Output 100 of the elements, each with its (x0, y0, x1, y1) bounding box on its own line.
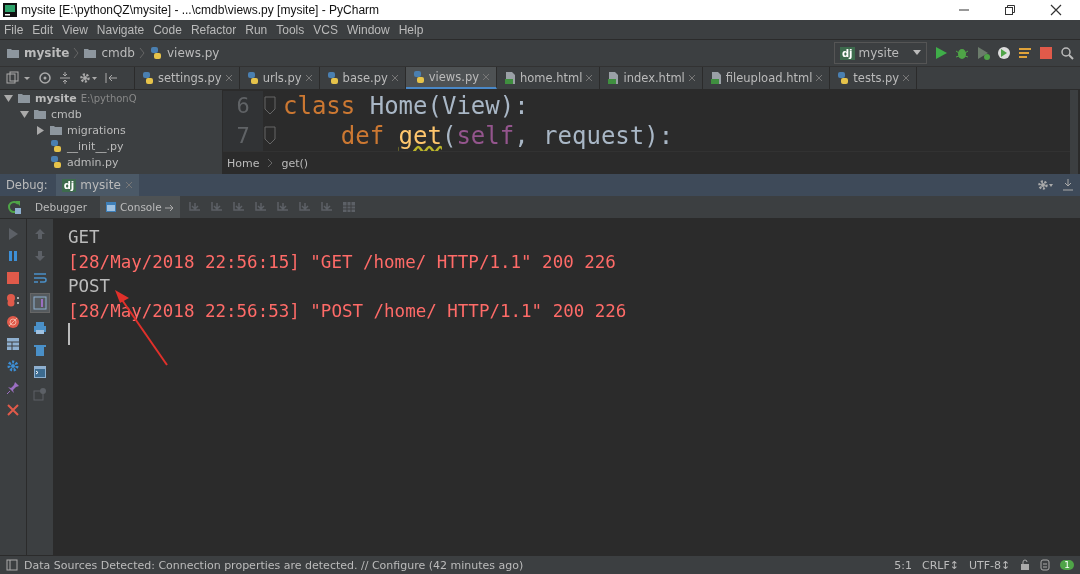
window-title: mysite [E:\pythonQZ\mysite] - ...\cmdb\views.py [mysite] - PyCharm (21, 3, 381, 17)
encoding-selector[interactable]: UTF-8↕ (968, 558, 1011, 572)
python-file-icon (141, 71, 155, 85)
search-icon[interactable] (1060, 46, 1074, 60)
debug-tab[interactable]: Console (100, 196, 180, 218)
run-config-dropdown[interactable]: dj mysite (833, 42, 927, 64)
mute-breakpoints-icon[interactable] (6, 315, 20, 329)
scrollbar[interactable] (1070, 90, 1078, 174)
panel-label: Debug: (6, 178, 48, 192)
text-cursor (68, 323, 70, 345)
django-badge: dj (839, 46, 855, 60)
menu-item[interactable]: File (4, 22, 24, 37)
breadcrumb-item[interactable]: get() (281, 156, 309, 170)
bug-icon[interactable] (955, 46, 969, 60)
trash-icon[interactable] (33, 343, 47, 357)
panel-toggle-icon[interactable] (6, 559, 18, 571)
editor-tab[interactable]: base.py (319, 67, 406, 89)
up-arrow-icon[interactable] (33, 227, 47, 241)
pin-icon[interactable] (6, 381, 20, 395)
menu-item[interactable]: Navigate (96, 22, 145, 37)
list-icon[interactable] (1018, 46, 1032, 60)
settings-icon[interactable] (78, 71, 98, 85)
editor-tab[interactable]: urls.py (239, 67, 320, 89)
cursor-position[interactable]: 5:1 (894, 558, 912, 572)
resume-icon[interactable] (6, 227, 20, 241)
lock-icon[interactable] (1020, 559, 1031, 571)
editor-tab[interactable]: views.py (405, 67, 497, 89)
soft-wrap-icon[interactable] (33, 271, 47, 285)
hide-icon[interactable] (1062, 178, 1074, 192)
down-arrow-icon[interactable] (33, 249, 47, 263)
python-file-icon (49, 139, 63, 153)
debug-tab[interactable]: Debugger (30, 196, 92, 218)
editor-tab[interactable]: settings.py (135, 67, 240, 89)
play-icon[interactable] (934, 46, 948, 60)
collapsed-arrow-icon[interactable] (36, 125, 45, 135)
collapse-icon[interactable] (58, 71, 72, 85)
breadcrumb-item[interactable]: mysite (24, 46, 70, 60)
settings-icon[interactable] (6, 359, 20, 373)
coverage-icon[interactable] (976, 46, 990, 60)
menu-item[interactable]: Window (346, 22, 390, 37)
print-icon[interactable] (33, 321, 47, 335)
python-file-icon (245, 71, 260, 85)
python-file-icon (411, 70, 426, 84)
chevron-icon (73, 46, 80, 60)
stop-icon[interactable] (1039, 46, 1053, 60)
stop-icon[interactable] (6, 271, 20, 285)
notification-badge[interactable]: 1 (1060, 560, 1074, 570)
menu-item[interactable]: View (62, 22, 88, 37)
menu-item[interactable]: Edit (32, 22, 54, 37)
project-view-icon[interactable] (6, 71, 32, 85)
folder-icon (17, 92, 31, 104)
terminal-icon[interactable] (33, 365, 47, 379)
fold-marker-icon[interactable] (263, 95, 277, 116)
tree-item[interactable]: admin.py (0, 154, 222, 170)
menu-item[interactable]: Run (245, 22, 268, 37)
python-file-icon (325, 71, 340, 85)
menu-item[interactable]: Code (153, 22, 182, 37)
expanded-arrow-icon[interactable] (4, 93, 13, 103)
python-file-icon (149, 46, 163, 60)
debug-session-tab[interactable]: dj mysite (55, 174, 139, 196)
line-separator-selector[interactable]: CRLF↕ (921, 558, 959, 572)
tree-item[interactable]: __init__.py (0, 138, 222, 154)
inspector-icon[interactable] (1040, 559, 1051, 571)
breadcrumb-item[interactable]: views.py (167, 46, 220, 60)
editor-tab[interactable]: tests.py (830, 67, 918, 89)
rerun-icon[interactable] (6, 199, 22, 215)
breadcrumb-item[interactable]: Home (227, 156, 260, 170)
python-file-icon (836, 71, 851, 85)
console-line: GET (68, 226, 101, 249)
editor-tab[interactable]: fileupload.html (702, 67, 831, 89)
menu-item[interactable]: VCS (313, 22, 338, 37)
attach-icon[interactable] (33, 387, 47, 401)
layout-icon[interactable] (6, 337, 20, 351)
menu-item[interactable]: Tools (276, 22, 305, 37)
menu-item[interactable]: Refactor (190, 22, 237, 37)
folder-icon (83, 47, 98, 59)
menu-item[interactable]: Help (398, 22, 424, 37)
fold-marker-icon[interactable] (263, 125, 277, 146)
breakpoints-icon[interactable] (6, 293, 20, 307)
code-line: def get(self, request): (339, 121, 674, 150)
editor-tab[interactable]: home.html (497, 67, 601, 89)
chevron-icon (139, 46, 145, 60)
tree-item[interactable]: cmdb (0, 106, 222, 122)
settings-icon[interactable] (1036, 178, 1054, 192)
profiler-icon[interactable] (997, 46, 1011, 60)
close-icon[interactable] (1050, 4, 1062, 16)
hide-panel-icon[interactable] (104, 71, 118, 85)
tree-item[interactable]: mysite E:\pythonQ (0, 90, 222, 106)
caret-icon (913, 50, 921, 56)
pause-icon[interactable] (6, 249, 20, 263)
tree-item[interactable]: migrations (0, 122, 222, 138)
status-message: Data Sources Detected: Connection properties are detected. // Configure (42 minutes ago) (24, 558, 525, 572)
app-logo-icon (3, 3, 17, 17)
table-icon[interactable] (341, 200, 356, 214)
restore-icon[interactable] (1004, 4, 1016, 16)
expanded-arrow-icon[interactable] (20, 109, 29, 119)
console-icon (105, 201, 117, 213)
target-icon[interactable] (38, 71, 52, 85)
editor-tab[interactable]: index.html (600, 67, 703, 89)
breadcrumb-item[interactable]: cmdb (101, 46, 135, 60)
